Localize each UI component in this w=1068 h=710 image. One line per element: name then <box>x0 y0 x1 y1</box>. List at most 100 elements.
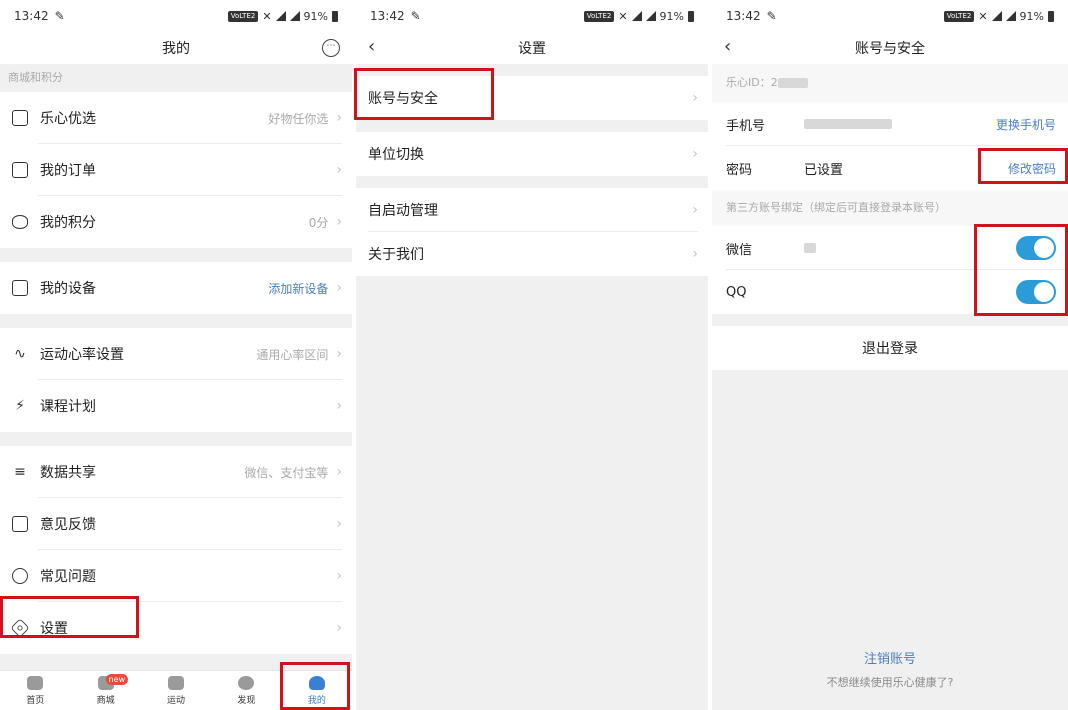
tab-mall[interactable]: new 商城 <box>70 671 140 710</box>
page-title: 账号与安全 <box>855 41 925 57</box>
battery-icon <box>1048 10 1054 22</box>
battery-level: 91% <box>303 9 328 23</box>
lexin-id-text: 乐心ID：2 <box>726 76 778 89</box>
menu-item-feedback[interactable]: 意见反馈 › <box>0 498 352 550</box>
signal-icon <box>645 11 656 21</box>
status-bar: 13:42 ✎ VoLTE2 ✕ 91% <box>0 0 352 32</box>
chevron-right-icon: › <box>336 110 342 126</box>
menu-item-label: 设置 <box>40 621 68 637</box>
mute-icon: ✕ <box>618 9 628 23</box>
feedback-icon <box>10 514 30 534</box>
menu-item-label: 数据共享 <box>40 465 96 481</box>
signal-icon <box>289 11 300 21</box>
faq-icon <box>10 566 30 586</box>
battery-icon <box>688 10 694 22</box>
menu-item-heart-rate[interactable]: ∿ 运动心率设置 通用心率区间 › <box>0 328 352 380</box>
cancel-account-hint: 不想继续使用乐心健康了? <box>826 676 954 689</box>
settings-item-label: 账号与安全 <box>368 91 438 107</box>
tab-sport[interactable]: 运动 <box>141 671 211 710</box>
profile-icon <box>308 675 325 690</box>
chevron-right-icon: › <box>336 162 342 178</box>
settings-screen: 13:42 ✎ VoLTE2 ✕ 91% ‹ 设置 账号与安全 › 单位切换 › 自启… <box>356 0 708 710</box>
back-arrow-icon[interactable]: ‹ <box>724 36 731 57</box>
menu-item-faq[interactable]: 常见问题 › <box>0 550 352 602</box>
battery-icon <box>332 10 338 22</box>
page-title: 我的 <box>162 41 190 57</box>
settings-item-label: 自启动管理 <box>368 203 438 219</box>
menu-item-value: 微信、支付宝等 <box>244 465 329 480</box>
shop-icon <box>10 108 30 128</box>
change-phone-link[interactable]: 更换手机号 <box>996 116 1056 133</box>
phone-value <box>804 117 996 132</box>
menu-item-lexin-select[interactable]: 乐心优选 好物任你选 › <box>0 92 352 144</box>
order-icon <box>10 160 30 180</box>
chevron-right-icon: › <box>692 246 698 262</box>
settings-item-autostart[interactable]: 自启动管理 › <box>356 188 708 232</box>
status-time: 13:42 <box>14 9 49 23</box>
qq-row: QQ <box>712 270 1068 314</box>
cancel-account-link[interactable]: 注销账号 <box>712 648 1068 667</box>
cancel-account-area: 注销账号 不想继续使用乐心健康了? <box>712 648 1068 690</box>
add-device-link[interactable]: 添加新设备 <box>268 280 328 297</box>
chevron-right-icon: › <box>336 620 342 636</box>
settings-item-account-security[interactable]: 账号与安全 › <box>356 76 708 120</box>
menu-item-value: 通用心率区间 <box>256 347 329 362</box>
volte-icon: VoLTE2 <box>583 10 615 22</box>
page-header: 我的 ⋯ <box>0 32 352 64</box>
menu-item-label: 课程计划 <box>40 399 96 415</box>
menu-item-course-plan[interactable]: ⚡ 课程计划 › <box>0 380 352 432</box>
chevron-right-icon: › <box>692 90 698 106</box>
redacted-id <box>777 78 808 88</box>
tab-label: 运动 <box>167 695 186 706</box>
settings-icon <box>10 618 30 638</box>
third-party-label: 第三方账号绑定（绑定后可直接登录本账号） <box>712 190 1068 226</box>
page-header: ‹ 设置 <box>356 32 708 64</box>
wifi-icon <box>631 11 642 21</box>
share-icon: ≡ <box>14 464 26 480</box>
menu-item-my-orders[interactable]: 我的订单 › <box>0 144 352 196</box>
settings-item-unit-switch[interactable]: 单位切换 › <box>356 132 708 176</box>
menu-item-data-share[interactable]: ≡ 数据共享 微信、支付宝等 › <box>0 446 352 498</box>
status-bar: 13:42 ✎ VoLTE2 ✕ 91% <box>712 0 1068 32</box>
change-password-link[interactable]: 修改密码 <box>1008 160 1056 177</box>
chevron-right-icon: › <box>336 398 342 414</box>
mute-icon: ✕ <box>978 9 988 23</box>
signal-icon <box>1005 11 1016 21</box>
points-icon <box>10 212 30 232</box>
tab-label: 发现 <box>237 695 256 706</box>
menu-item-label: 我的设备 <box>40 281 96 297</box>
qq-toggle[interactable] <box>1016 280 1056 304</box>
tab-discover[interactable]: 发现 <box>211 671 281 710</box>
chevron-right-icon: › <box>336 280 342 296</box>
menu-item-label: 我的积分 <box>40 215 96 231</box>
battery-level: 91% <box>1019 9 1044 23</box>
menu-item-my-devices[interactable]: 我的设备 添加新设备 › <box>0 262 352 314</box>
menu-item-settings[interactable]: 设置 › <box>0 602 352 654</box>
settings-item-about[interactable]: 关于我们 › <box>356 232 708 276</box>
wifi-icon <box>991 11 1002 21</box>
chevron-right-icon: › <box>336 214 342 230</box>
notification-icon: ✎ <box>410 9 421 23</box>
tab-label: 商城 <box>96 695 115 706</box>
home-icon <box>27 675 44 690</box>
menu-item-value: 0分 <box>308 215 329 230</box>
device-icon <box>10 278 30 298</box>
tab-home[interactable]: 首页 <box>0 671 70 710</box>
logout-button[interactable]: 退出登录 <box>712 326 1068 370</box>
tab-profile[interactable]: 我的 <box>282 671 352 710</box>
menu-item-label: 常见问题 <box>40 569 96 585</box>
discover-icon <box>238 675 255 690</box>
phone-label: 手机号 <box>726 118 766 134</box>
back-arrow-icon[interactable]: ‹ <box>368 36 375 57</box>
menu-item-my-points[interactable]: 我的积分 0分 › <box>0 196 352 248</box>
wechat-row: 微信 <box>712 226 1068 270</box>
volte-icon: VoLTE2 <box>227 10 259 22</box>
my-page-screen: 13:42 ✎ VoLTE2 ✕ 91% 我的 ⋯ 商城和积分 乐心优选 好物任你选 … <box>0 0 352 710</box>
lexin-id: 乐心ID：2 <box>712 64 1068 102</box>
wechat-toggle[interactable] <box>1016 236 1056 260</box>
message-icon[interactable]: ⋯ <box>322 39 340 57</box>
page-title: 设置 <box>518 41 546 57</box>
bottom-tab-bar: 首页 new 商城 运动 发现 我的 <box>0 670 352 710</box>
new-badge: new <box>105 674 129 685</box>
chevron-right-icon: › <box>336 464 342 480</box>
